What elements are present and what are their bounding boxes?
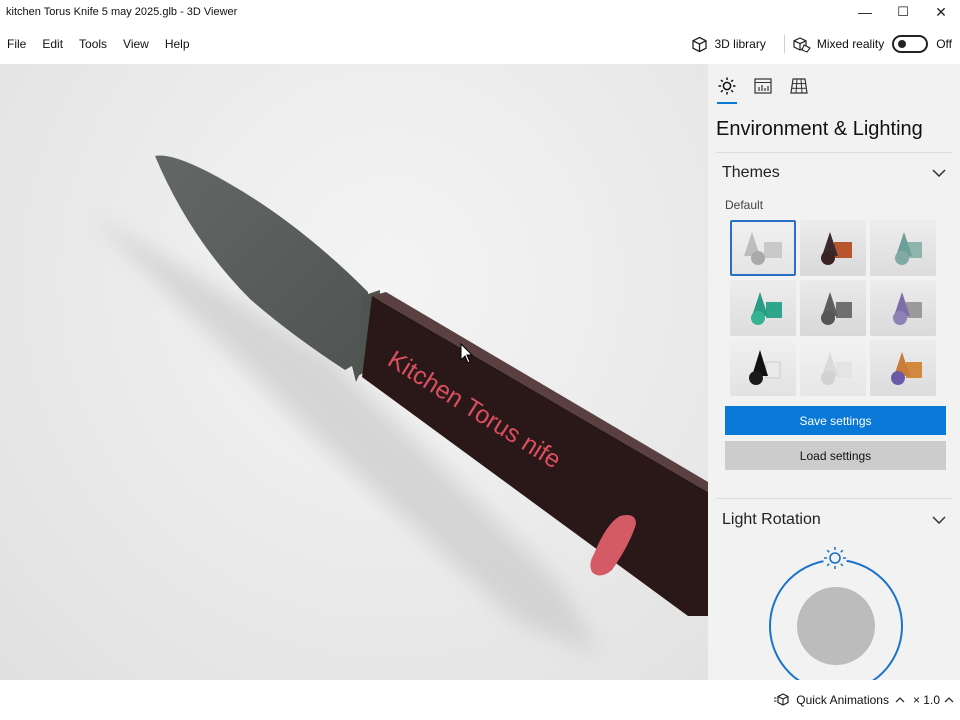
themes-grid (730, 220, 940, 396)
theme-preview-icon (749, 350, 781, 385)
theme-white[interactable] (800, 340, 866, 396)
window-title: kitchen Torus Knife 5 may 2025.glb - 3D … (6, 6, 238, 18)
theme-purple[interactable] (870, 280, 936, 336)
theme-green[interactable] (730, 280, 796, 336)
themes-header-label: Themes (722, 164, 780, 181)
3d-library-label: 3D library (714, 37, 766, 51)
animation-cube-icon (774, 693, 789, 706)
theme-preview-icon (751, 292, 782, 325)
status-bar: Quick Animations × 1.0 (0, 680, 960, 720)
load-settings-button[interactable]: Load settings (725, 441, 946, 470)
menu-edit[interactable]: Edit (34, 37, 71, 51)
theme-slate[interactable] (800, 280, 866, 336)
light-sun-handle-icon (823, 546, 847, 570)
stats-icon (754, 78, 772, 94)
quick-animations-button[interactable]: Quick Animations (774, 693, 905, 707)
panel-divider (716, 152, 952, 153)
menu-view[interactable]: View (115, 37, 157, 51)
themes-default-label: Default (725, 198, 764, 212)
save-settings-button[interactable]: Save settings (725, 406, 946, 435)
theme-default[interactable] (730, 220, 796, 276)
zoom-control[interactable]: × 1.0 (913, 693, 954, 707)
cube-icon (692, 36, 708, 52)
environment-panel: Environment & Lighting Themes Default Sa… (708, 64, 960, 680)
themes-header[interactable]: Themes (722, 161, 946, 185)
panel-divider (716, 498, 952, 499)
mixed-reality-icon (793, 36, 811, 53)
quick-animations-label: Quick Animations (796, 693, 889, 707)
theme-preview-icon (891, 352, 922, 385)
theme-preview-icon (895, 232, 922, 265)
toggle-knob (898, 40, 907, 48)
close-button[interactable]: ✕ (922, 0, 960, 24)
chevron-up-icon (895, 697, 905, 703)
chevron-down-icon (932, 516, 946, 524)
chevron-up-icon (944, 697, 954, 703)
zoom-label: × 1.0 (912, 693, 940, 707)
mixed-reality-control[interactable]: Mixed reality (793, 35, 929, 53)
menu-help[interactable]: Help (157, 37, 198, 51)
tab-grid-views[interactable] (788, 74, 810, 98)
theme-dark[interactable] (730, 340, 796, 396)
panel-tabs (716, 74, 810, 104)
tab-stats-shading[interactable] (752, 74, 774, 98)
menu-separator (783, 35, 785, 53)
3d-library-button[interactable]: 3D library (683, 36, 777, 53)
mixed-reality-state: Off (936, 37, 952, 51)
theme-preview-icon (744, 232, 782, 265)
maximize-button[interactable]: ☐ (884, 0, 922, 24)
mixed-reality-toggle[interactable] (892, 35, 929, 53)
light-rotation-label: Light Rotation (722, 511, 821, 528)
title-bar: kitchen Torus Knife 5 may 2025.glb - 3D … (0, 0, 960, 24)
mixed-reality-label: Mixed reality (816, 37, 885, 51)
theme-warm[interactable] (800, 220, 866, 276)
knife-model[interactable]: Kitchen Torus nife (0, 64, 708, 680)
theme-preview-icon (821, 292, 852, 325)
3d-viewport[interactable]: Kitchen Torus nife (0, 64, 708, 680)
minimize-button[interactable]: — (846, 0, 884, 24)
theme-sunset[interactable] (870, 340, 936, 396)
theme-preview-icon (821, 352, 852, 385)
light-rotation-header[interactable]: Light Rotation (722, 508, 946, 532)
panel-title: Environment & Lighting (716, 118, 923, 140)
light-rotation-dial[interactable] (768, 544, 904, 680)
tab-environment-lighting[interactable] (716, 74, 738, 104)
grid-icon (790, 78, 808, 94)
menu-file[interactable]: File (0, 37, 34, 51)
chevron-down-icon (932, 169, 946, 177)
theme-teal[interactable] (870, 220, 936, 276)
sun-icon (718, 77, 736, 95)
theme-preview-icon (893, 292, 922, 325)
menu-bar: File Edit Tools View Help 3D library Mix… (0, 24, 960, 64)
theme-preview-icon (821, 232, 852, 265)
menu-tools[interactable]: Tools (71, 37, 115, 51)
